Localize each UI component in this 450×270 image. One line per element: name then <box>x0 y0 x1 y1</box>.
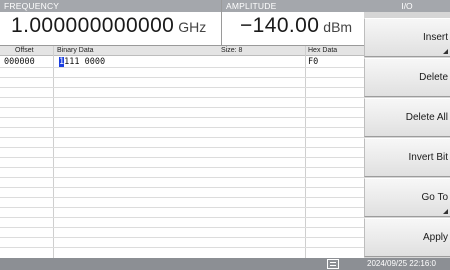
row-binary-rest: 111 0000 <box>64 57 106 67</box>
submenu-indicator-icon <box>443 209 448 214</box>
frequency-display[interactable]: FREQUENCY 1.000000000000 GHz <box>0 0 222 46</box>
header-binary-data: Binary Data <box>57 47 94 54</box>
row-binary-data[interactable]: 1111 0000 <box>59 57 105 67</box>
panel-title: I/O <box>364 0 450 12</box>
parameter-bar: FREQUENCY 1.000000000000 GHz AMPLITUDE −… <box>0 0 364 46</box>
row-divider <box>0 207 364 208</box>
row-divider <box>0 237 364 238</box>
row-divider <box>0 117 364 118</box>
network-icon <box>327 259 339 269</box>
invert-bit-button[interactable]: Invert Bit <box>364 138 450 177</box>
row-divider <box>0 197 364 198</box>
row-divider <box>0 137 364 138</box>
row-divider <box>0 247 364 248</box>
row-divider <box>0 187 364 188</box>
frequency-value: 1.000000000000 <box>11 14 175 37</box>
amplitude-value: −140.00 <box>240 14 320 37</box>
softkey-panel: I/O Insert Delete Delete All Invert Bit … <box>364 0 450 258</box>
invert-bit-button-label: Invert Bit <box>408 152 448 163</box>
frequency-value-group: 1.000000000000 GHz <box>11 14 206 44</box>
apply-button[interactable]: Apply <box>364 218 450 257</box>
amplitude-value-group: −140.00 dBm <box>240 14 352 44</box>
apply-button-label: Apply <box>422 232 448 243</box>
frequency-unit: GHz <box>178 19 207 35</box>
delete-all-button[interactable]: Delete All <box>364 98 450 137</box>
row-divider <box>0 157 364 158</box>
delete-button-label: Delete <box>419 72 448 83</box>
row-divider <box>0 177 364 178</box>
row-divider <box>0 97 364 98</box>
row-divider <box>0 167 364 168</box>
row-divider <box>0 217 364 218</box>
delete-all-button-label: Delete All <box>405 112 448 123</box>
delete-button[interactable]: Delete <box>364 58 450 97</box>
row-divider <box>0 87 364 88</box>
amplitude-unit: dBm <box>323 19 353 35</box>
row-divider <box>0 77 364 78</box>
row-hex-data: F0 <box>308 57 319 67</box>
amplitude-display[interactable]: AMPLITUDE −140.00 dBm <box>222 0 364 46</box>
row-divider <box>0 227 364 228</box>
binary-data-table[interactable]: Offset Binary Data Size: 8 Hex Data 0000… <box>0 46 364 258</box>
amplitude-label: AMPLITUDE <box>222 0 364 12</box>
status-datetime: 2024/09/25 22:16:0 <box>367 259 436 268</box>
insert-button[interactable]: Insert <box>364 18 450 57</box>
row-offset: 000000 <box>4 57 35 67</box>
submenu-indicator-icon <box>443 49 448 54</box>
row-divider <box>0 107 364 108</box>
header-offset: Offset <box>15 47 34 54</box>
table-header: Offset Binary Data Size: 8 Hex Data <box>0 46 364 56</box>
status-bar: 2024/09/25 22:16:0 <box>0 258 450 270</box>
table-row[interactable]: 000000 1111 0000 F0 <box>0 57 364 67</box>
row-divider <box>0 147 364 148</box>
row-divider <box>0 67 364 68</box>
row-divider <box>0 127 364 128</box>
go-to-button[interactable]: Go To <box>364 178 450 217</box>
header-size: Size: 8 <box>221 47 243 54</box>
header-hex-data: Hex Data <box>308 47 338 54</box>
frequency-label: FREQUENCY <box>0 0 221 12</box>
